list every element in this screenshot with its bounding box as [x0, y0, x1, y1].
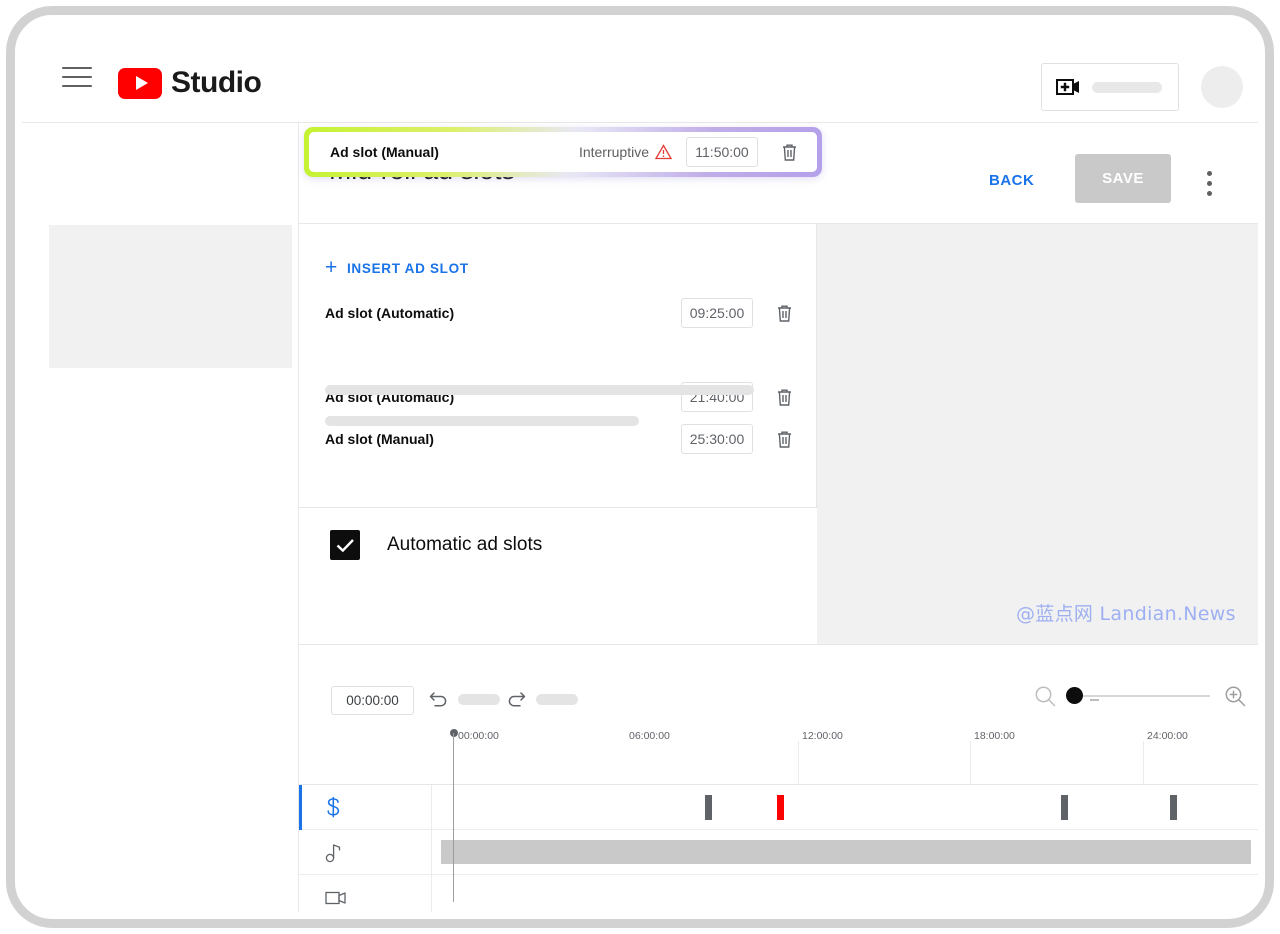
hamburger-line [62, 67, 92, 69]
ad-slot-time-input[interactable]: 11:50:00 [686, 137, 758, 167]
zoom-slider-tick [1090, 699, 1099, 701]
create-video-button[interactable] [1041, 63, 1179, 111]
warning-triangle-icon [655, 144, 672, 160]
trash-icon[interactable] [772, 136, 806, 168]
ad-slot-label: Ad slot (Manual) [330, 144, 439, 160]
music-track-header[interactable] [299, 830, 432, 875]
automatic-ad-slots-label: Automatic ad slots [387, 534, 543, 555]
monetization-track[interactable] [299, 785, 1258, 830]
ruler-tick-label: 00:00:00 [458, 730, 499, 742]
monetization-track-lane[interactable] [432, 785, 1258, 830]
description-placeholder-line [325, 385, 754, 395]
music-track[interactable] [299, 830, 1258, 875]
magnifier-minus-icon[interactable] [1034, 685, 1056, 707]
magnifier-plus-icon[interactable] [1224, 685, 1246, 707]
ad-slot-time-input[interactable]: 09:25:00 [681, 298, 753, 328]
device-frame: Studio Mid-roll ad slots BACK SAVE + [6, 6, 1274, 928]
video-track-lane[interactable] [432, 875, 1258, 912]
ad-marker-interruptive[interactable] [777, 795, 784, 820]
checkmark-icon [336, 538, 354, 552]
video-camera-icon [325, 891, 346, 904]
ruler-tick-label: 12:00:00 [802, 730, 843, 742]
highlighted-ad-slot-row[interactable]: Ad slot (Manual) Interruptive 11:50:00 [304, 127, 822, 177]
back-button[interactable]: BACK [981, 163, 1042, 198]
trash-icon[interactable] [767, 297, 801, 329]
music-note-icon [325, 843, 341, 862]
current-time-input[interactable]: 00:00:00 [331, 686, 414, 715]
ad-slot-list: Ad slot (Automatic) 09:25:00 Ad slot (Au… [299, 292, 817, 460]
trash-icon[interactable] [767, 423, 801, 455]
top-bar: Studio [22, 22, 1258, 123]
hamburger-line [62, 76, 92, 78]
avatar[interactable] [1201, 66, 1243, 108]
ruler-tick-label: 06:00:00 [629, 730, 670, 742]
ad-slot-label: Ad slot (Manual) [325, 431, 434, 447]
insert-ad-slot-button[interactable]: + INSERT AD SLOT [325, 256, 469, 279]
sidebar [22, 123, 299, 912]
automatic-ad-slots-section: Automatic ad slots [299, 507, 817, 644]
ruler-divider [1143, 741, 1144, 785]
undo-label-placeholder [458, 694, 500, 705]
ad-slots-panel: + INSERT AD SLOT Ad slot (Automatic) 09:… [299, 224, 817, 644]
ad-marker[interactable] [1170, 795, 1177, 820]
redo-label-placeholder [536, 694, 578, 705]
table-row[interactable]: Ad slot (Automatic) 21:40:00 [299, 376, 817, 418]
music-clip[interactable] [441, 840, 1251, 864]
table-row[interactable]: Ad slot (Automatic) 09:25:00 [299, 292, 817, 334]
music-track-lane[interactable] [432, 830, 1258, 875]
timeline-ruler[interactable] [299, 723, 1258, 785]
video-track[interactable] [299, 875, 1258, 912]
hamburger-icon[interactable] [62, 67, 94, 93]
youtube-play-icon [118, 67, 162, 99]
watermark: @蓝点网 Landian.News [1016, 603, 1236, 625]
description-placeholder-line [325, 416, 639, 426]
ad-marker[interactable] [1061, 795, 1068, 820]
video-plus-icon [1056, 79, 1079, 95]
ruler-divider [798, 741, 799, 785]
timeline-editor: 00:00:00 00:00:00 06:00:00 12:00:00 18:0… [299, 644, 1258, 912]
ad-marker[interactable] [705, 795, 712, 820]
sidebar-thumbnail-placeholder [49, 225, 292, 368]
zoom-slider[interactable] [1066, 687, 1210, 704]
more-vert-icon[interactable] [1197, 161, 1221, 205]
playhead-line [453, 733, 454, 902]
plus-icon: + [325, 256, 338, 279]
zoom-slider-thumb[interactable] [1066, 687, 1083, 704]
status-badge: Interruptive [579, 144, 672, 160]
insert-ad-slot-label: INSERT AD SLOT [346, 261, 469, 276]
ad-slot-time-input[interactable]: 25:30:00 [681, 424, 753, 454]
ruler-tick-label: 18:00:00 [974, 730, 1015, 742]
hamburger-line [62, 85, 92, 87]
ruler-divider [970, 741, 971, 785]
ruler-tick-label: 24:00:00 [1147, 730, 1188, 742]
app-screen: Studio Mid-roll ad slots BACK SAVE + [22, 22, 1258, 912]
interruptive-label: Interruptive [578, 144, 649, 160]
zoom-controls [1034, 685, 1246, 707]
playhead-handle[interactable] [450, 729, 458, 737]
save-button[interactable]: SAVE [1075, 154, 1171, 203]
youtube-studio-logo[interactable]: Studio [118, 66, 262, 100]
redo-icon [508, 692, 526, 707]
studio-wordmark: Studio [171, 66, 262, 99]
trash-icon[interactable] [767, 381, 801, 413]
undo-icon [429, 692, 447, 707]
monetization-track-header[interactable] [299, 785, 432, 830]
timeline-toolbar: 00:00:00 [299, 645, 1258, 723]
dollar-icon [327, 796, 340, 817]
create-button-label-placeholder [1092, 81, 1162, 93]
redo-button[interactable] [507, 691, 578, 708]
undo-button[interactable] [429, 691, 500, 708]
main-content: + INSERT AD SLOT Ad slot (Automatic) 09:… [299, 224, 1258, 644]
video-track-header[interactable] [299, 875, 432, 912]
ad-slot-label: Ad slot (Automatic) [325, 305, 455, 321]
automatic-ad-slots-checkbox[interactable] [330, 530, 360, 560]
